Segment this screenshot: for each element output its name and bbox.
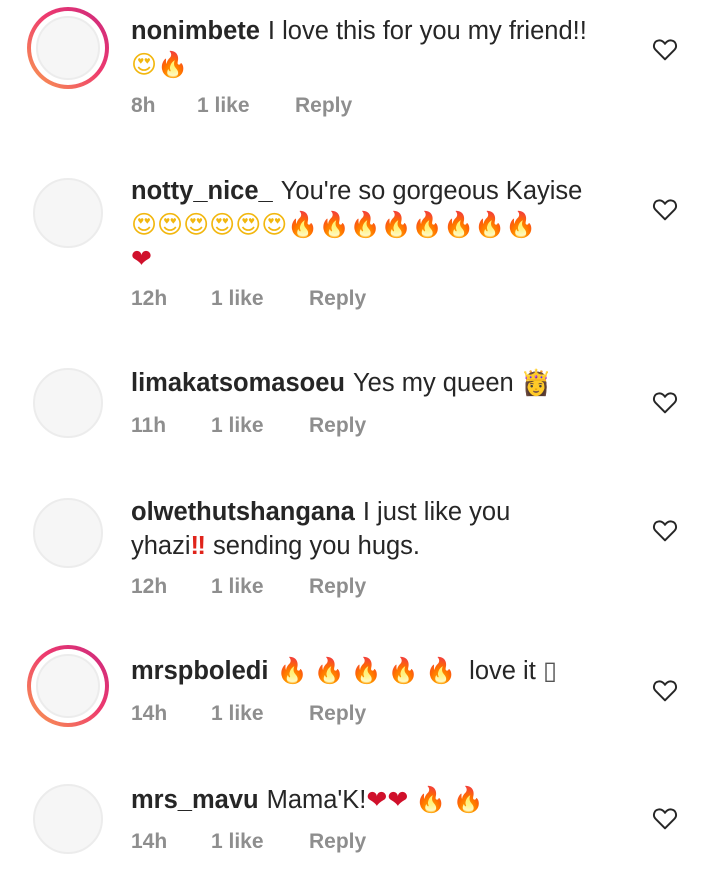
reply-button[interactable]: Reply xyxy=(309,575,366,599)
avatar[interactable] xyxy=(27,645,109,727)
avatar[interactable] xyxy=(27,7,109,89)
heart-eyes-emoji: 😍😍😍😍😍😍 xyxy=(131,210,288,239)
comment-text: Yes my queen xyxy=(353,369,514,397)
fire-emoji: 🔥🔥🔥🔥🔥 xyxy=(276,656,463,685)
comment-likes[interactable]: 1 like xyxy=(211,830,309,854)
heart-outline-icon[interactable] xyxy=(652,37,678,61)
avatar[interactable] xyxy=(27,492,109,574)
comment-username[interactable]: mrspboledi xyxy=(131,657,268,685)
comment-time: 12h xyxy=(131,575,168,598)
red-heart-emoji: ❤ xyxy=(131,244,152,273)
double-exclamation-emoji: ‼ xyxy=(190,532,206,560)
comment-text: I love this for you my friend!! xyxy=(267,17,587,45)
comment-time: 11h xyxy=(131,414,167,437)
comment-likes[interactable]: 1 like xyxy=(211,287,309,311)
red-heart-emoji: ❤❤ xyxy=(366,785,409,814)
reply-button[interactable]: Reply xyxy=(309,702,366,726)
comment-likes[interactable]: 1 like xyxy=(197,94,295,118)
princess-emoji: 👸 xyxy=(520,368,552,397)
heart-outline-icon[interactable] xyxy=(652,518,678,542)
heart-outline-icon[interactable] xyxy=(652,678,678,702)
comment-text: love it xyxy=(469,657,536,685)
heart-outline-icon[interactable] xyxy=(652,806,678,830)
comment-time: 12h xyxy=(131,287,168,310)
comment-text: Mama'K! xyxy=(266,786,367,814)
reply-button[interactable]: Reply xyxy=(295,94,352,118)
comment-time: 8h xyxy=(131,94,156,117)
comment-username[interactable]: olwethutshangana xyxy=(131,498,355,526)
avatar[interactable] xyxy=(27,778,109,860)
reply-button[interactable]: Reply xyxy=(309,287,366,311)
fire-emoji: 🔥 xyxy=(157,50,189,79)
heart-outline-icon[interactable] xyxy=(652,197,678,221)
fire-emoji: 🔥🔥🔥🔥🔥🔥🔥🔥 xyxy=(287,210,537,239)
avatar[interactable] xyxy=(27,172,109,254)
unknown-glyph: ▯ xyxy=(542,657,557,685)
comment-likes[interactable]: 1 like xyxy=(211,702,309,726)
reply-button[interactable]: Reply xyxy=(309,414,366,438)
heart-eyes-emoji: 😍 xyxy=(131,50,158,79)
heart-outline-icon[interactable] xyxy=(652,390,678,414)
comment-text: I just like you xyxy=(362,498,511,526)
comment-likes[interactable]: 1 like xyxy=(211,575,309,599)
comment-username[interactable]: notty_nice_ xyxy=(131,177,273,205)
comment-text: You're so gorgeous Kayise xyxy=(280,177,583,205)
comment-text: yhazi xyxy=(131,532,191,560)
comment-time: 14h xyxy=(131,830,168,853)
comment-text: sending you hugs. xyxy=(213,532,421,560)
comment-likes[interactable]: 1 like xyxy=(211,414,309,438)
comment-username[interactable]: limakatsomasoeu xyxy=(131,369,345,397)
comment-time: 14h xyxy=(131,702,168,725)
reply-button[interactable]: Reply xyxy=(309,830,366,854)
comment-username[interactable]: mrs_mavu xyxy=(131,786,259,814)
fire-emoji: 🔥🔥 xyxy=(415,785,490,814)
comment-username[interactable]: nonimbete xyxy=(131,17,260,45)
avatar[interactable] xyxy=(27,362,109,444)
